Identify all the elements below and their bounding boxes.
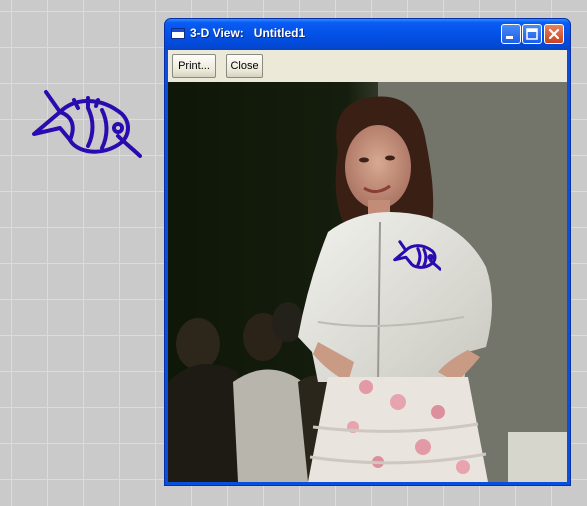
title-bar[interactable]: 3-D View: Untitled1 (165, 19, 570, 50)
close-window-button[interactable] (544, 24, 564, 44)
3d-preview-viewport[interactable] (168, 82, 567, 482)
window-title: 3-D View: Untitled1 (190, 26, 306, 40)
toolbar: Print... Close (168, 50, 567, 82)
close-icon (548, 28, 560, 40)
fish-sticker-icon[interactable] (30, 86, 142, 162)
3d-view-window: 3-D View: Untitled1 Print... Close (164, 18, 571, 486)
window-icon (171, 28, 185, 39)
minimize-icon (506, 36, 513, 39)
preview-photo (168, 82, 567, 482)
maximize-button[interactable] (522, 24, 542, 44)
minimize-button[interactable] (501, 24, 521, 44)
close-button[interactable]: Close (226, 54, 263, 78)
fish-icon[interactable] (393, 239, 441, 272)
maximize-icon (526, 28, 538, 40)
print-button[interactable]: Print... (172, 54, 216, 78)
